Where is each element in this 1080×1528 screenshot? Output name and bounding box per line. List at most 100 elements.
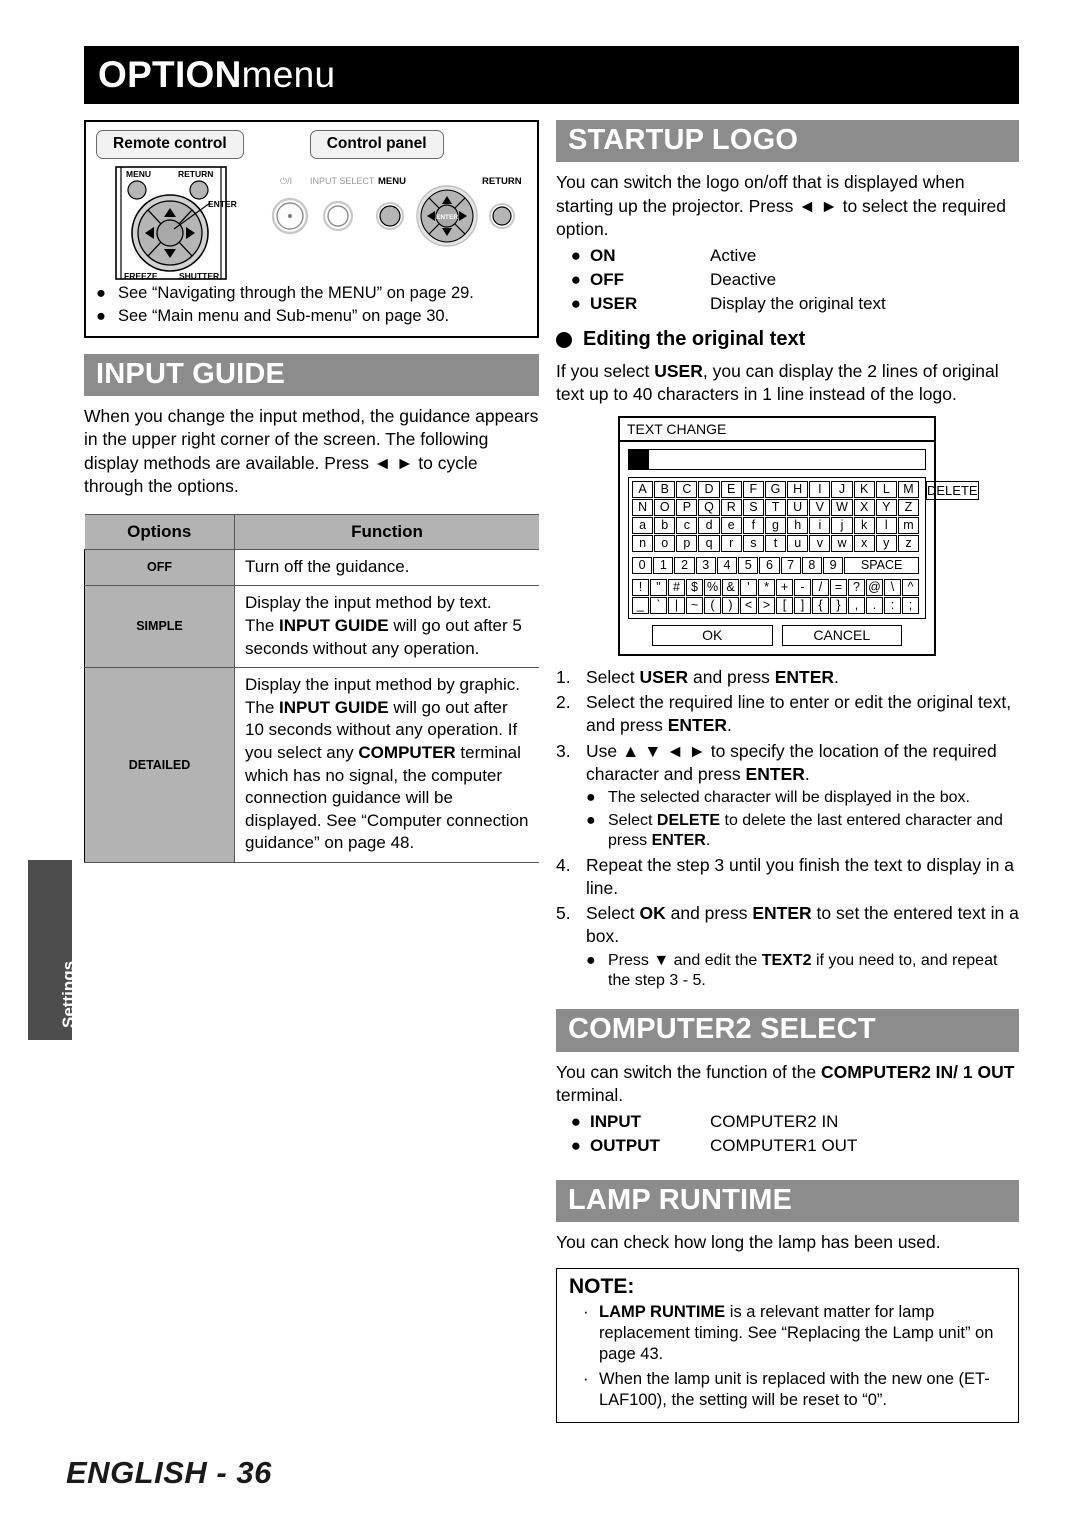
- character-key[interactable]: 1: [653, 557, 674, 575]
- character-key[interactable]: k: [853, 517, 875, 535]
- key-row: NOPQRSTUVWXYZ: [632, 499, 920, 517]
- delete-key[interactable]: DELETE: [926, 481, 979, 501]
- character-key[interactable]: x: [853, 535, 875, 553]
- text-change-input[interactable]: [628, 449, 926, 471]
- character-key[interactable]: 7: [780, 557, 801, 575]
- character-key[interactable]: N: [632, 499, 654, 517]
- character-key[interactable]: p: [676, 535, 698, 553]
- character-key[interactable]: {: [812, 597, 829, 615]
- character-key[interactable]: !: [632, 579, 649, 597]
- character-key[interactable]: i: [809, 517, 831, 535]
- character-key[interactable]: ": [650, 579, 667, 597]
- character-key[interactable]: v: [809, 535, 831, 553]
- character-key[interactable]: |: [668, 597, 685, 615]
- character-key[interactable]: _: [632, 597, 649, 615]
- character-key[interactable]: 2: [674, 557, 695, 575]
- character-key[interactable]: L: [875, 481, 897, 499]
- character-key[interactable]: >: [758, 597, 775, 615]
- character-key[interactable]: <: [740, 597, 757, 615]
- character-key[interactable]: J: [831, 481, 853, 499]
- character-key[interactable]: W: [831, 499, 853, 517]
- character-key[interactable]: E: [720, 481, 742, 499]
- character-key[interactable]: m: [897, 517, 920, 535]
- character-key[interactable]: `: [650, 597, 667, 615]
- character-key[interactable]: Q: [698, 499, 720, 517]
- character-key[interactable]: T: [764, 499, 787, 517]
- character-key[interactable]: r: [720, 535, 742, 553]
- character-key[interactable]: $: [686, 579, 703, 597]
- character-key[interactable]: z: [897, 535, 920, 553]
- character-key[interactable]: C: [676, 481, 698, 499]
- character-key[interactable]: ;: [902, 597, 919, 615]
- character-key[interactable]: c: [676, 517, 698, 535]
- character-key[interactable]: 9: [822, 557, 844, 575]
- character-key[interactable]: a: [632, 517, 654, 535]
- character-key[interactable]: ^: [902, 579, 919, 597]
- character-key[interactable]: ?: [848, 579, 865, 597]
- character-key[interactable]: h: [787, 517, 809, 535]
- character-key[interactable]: /: [812, 579, 829, 597]
- character-key[interactable]: Z: [897, 499, 920, 517]
- ok-button[interactable]: OK: [652, 625, 773, 647]
- character-key[interactable]: 5: [738, 557, 759, 575]
- character-key[interactable]: R: [720, 499, 742, 517]
- character-key[interactable]: B: [654, 481, 676, 499]
- character-key[interactable]: n: [632, 535, 654, 553]
- character-key[interactable]: j: [831, 517, 853, 535]
- character-key[interactable]: \: [884, 579, 901, 597]
- character-key[interactable]: d: [698, 517, 720, 535]
- character-key[interactable]: u: [787, 535, 809, 553]
- character-key[interactable]: A: [632, 481, 654, 499]
- character-key[interactable]: F: [742, 481, 764, 499]
- character-key[interactable]: K: [853, 481, 875, 499]
- character-key[interactable]: U: [787, 499, 809, 517]
- character-key[interactable]: }: [830, 597, 847, 615]
- character-key[interactable]: f: [742, 517, 764, 535]
- character-key[interactable]: .: [866, 597, 883, 615]
- cancel-button[interactable]: CANCEL: [781, 625, 902, 647]
- character-key[interactable]: ): [722, 597, 739, 615]
- character-key[interactable]: ': [740, 579, 757, 597]
- character-key[interactable]: 3: [695, 557, 716, 575]
- character-key[interactable]: &: [722, 579, 739, 597]
- character-key[interactable]: S: [742, 499, 764, 517]
- character-key[interactable]: (: [704, 597, 721, 615]
- character-key[interactable]: #: [668, 579, 685, 597]
- character-key[interactable]: [: [776, 597, 793, 615]
- character-key[interactable]: :: [884, 597, 901, 615]
- character-key[interactable]: I: [809, 481, 831, 499]
- character-key[interactable]: ~: [686, 597, 703, 615]
- character-key[interactable]: D: [698, 481, 720, 499]
- character-key[interactable]: ]: [794, 597, 811, 615]
- character-key[interactable]: %: [704, 579, 721, 597]
- character-key[interactable]: o: [654, 535, 676, 553]
- character-key[interactable]: V: [809, 499, 831, 517]
- character-key[interactable]: +: [776, 579, 793, 597]
- character-key[interactable]: @: [866, 579, 883, 597]
- character-key[interactable]: 8: [801, 557, 822, 575]
- space-key[interactable]: SPACE: [844, 557, 920, 575]
- character-key[interactable]: O: [654, 499, 676, 517]
- character-key[interactable]: ,: [848, 597, 865, 615]
- character-key[interactable]: M: [897, 481, 920, 499]
- character-key[interactable]: P: [676, 499, 698, 517]
- character-key[interactable]: w: [831, 535, 853, 553]
- character-key[interactable]: G: [764, 481, 787, 499]
- character-key[interactable]: H: [787, 481, 809, 499]
- character-key[interactable]: =: [830, 579, 847, 597]
- character-key[interactable]: 6: [759, 557, 780, 575]
- character-key[interactable]: 4: [716, 557, 738, 575]
- character-key[interactable]: l: [875, 517, 897, 535]
- character-key[interactable]: Y: [875, 499, 897, 517]
- character-key[interactable]: -: [794, 579, 811, 597]
- character-key[interactable]: *: [758, 579, 775, 597]
- character-key[interactable]: g: [764, 517, 787, 535]
- character-key[interactable]: t: [764, 535, 787, 553]
- character-key[interactable]: X: [853, 499, 875, 517]
- character-key[interactable]: b: [654, 517, 676, 535]
- character-key[interactable]: s: [742, 535, 764, 553]
- character-key[interactable]: q: [698, 535, 720, 553]
- character-key[interactable]: 0: [632, 557, 653, 575]
- character-key[interactable]: y: [875, 535, 897, 553]
- character-key[interactable]: e: [720, 517, 742, 535]
